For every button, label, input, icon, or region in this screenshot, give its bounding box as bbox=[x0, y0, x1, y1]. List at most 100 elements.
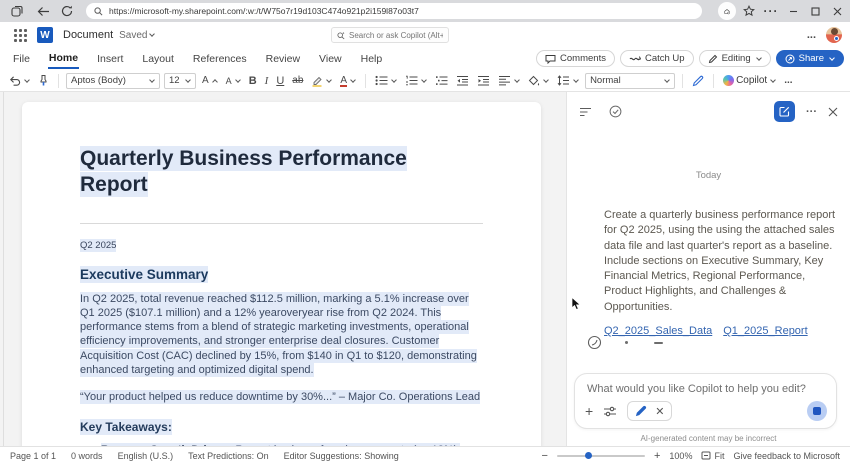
highlight-color-button[interactable] bbox=[309, 74, 334, 88]
close-icon[interactable] bbox=[828, 2, 846, 20]
zoom-level[interactable]: 100% bbox=[669, 451, 692, 461]
zoom-slider-knob[interactable] bbox=[585, 452, 592, 459]
styles-combo[interactable]: Normal bbox=[585, 73, 675, 89]
avatar[interactable] bbox=[826, 27, 842, 43]
back-icon[interactable] bbox=[34, 2, 52, 20]
tab-home[interactable]: Home bbox=[48, 49, 79, 69]
word-logo-icon[interactable]: W bbox=[37, 27, 53, 43]
bullets-button[interactable] bbox=[373, 74, 399, 87]
save-status[interactable]: Saved bbox=[119, 30, 147, 41]
bullets-chevron-icon[interactable] bbox=[391, 77, 397, 83]
decrease-indent-button[interactable] bbox=[454, 74, 471, 87]
undo-button[interactable] bbox=[6, 74, 32, 88]
feedback-link[interactable]: Give feedback to Microsoft bbox=[733, 451, 840, 461]
alignment-chevron-icon[interactable] bbox=[514, 77, 520, 83]
font-size-combo[interactable]: 12 bbox=[164, 73, 196, 89]
underline-button[interactable]: U bbox=[274, 74, 286, 88]
highlight-chevron-icon[interactable] bbox=[327, 77, 333, 83]
shading-chevron-icon[interactable] bbox=[543, 77, 549, 83]
shrink-font-button[interactable]: A bbox=[224, 75, 243, 87]
multilevel-list-button[interactable] bbox=[433, 74, 450, 87]
bold-button[interactable]: B bbox=[247, 74, 259, 88]
tab-references[interactable]: References bbox=[192, 50, 248, 68]
chat-history-icon[interactable] bbox=[579, 107, 592, 117]
document-canvas[interactable]: Quarterly Business Performance Report Q2… bbox=[0, 92, 566, 446]
tab-layout[interactable]: Layout bbox=[141, 50, 175, 68]
word-count[interactable]: 0 words bbox=[71, 451, 103, 461]
mouse-cursor bbox=[571, 297, 582, 311]
italic-button[interactable]: I bbox=[263, 74, 271, 88]
zoom-out-button[interactable]: − bbox=[542, 450, 548, 462]
share-button[interactable]: Share bbox=[776, 50, 844, 67]
catch-up-button[interactable]: Catch Up bbox=[620, 50, 694, 67]
home-gear-icon[interactable] bbox=[718, 2, 736, 20]
format-painter-icon[interactable] bbox=[36, 73, 51, 88]
tab-file[interactable]: File bbox=[12, 50, 31, 68]
formatting-toolbar: Aptos (Body) 12 A A B I U ab A Nor bbox=[0, 70, 850, 92]
alignment-button[interactable] bbox=[496, 74, 522, 87]
language[interactable]: English (U.S.) bbox=[118, 451, 174, 461]
stop-generating-button[interactable] bbox=[807, 401, 827, 421]
minimize-icon[interactable] bbox=[784, 2, 802, 20]
share-icon bbox=[785, 54, 795, 64]
copilot-input[interactable] bbox=[587, 383, 824, 395]
tab-insert[interactable]: Insert bbox=[96, 50, 124, 68]
panel-close-icon[interactable] bbox=[828, 107, 838, 117]
comments-button[interactable]: Comments bbox=[536, 50, 615, 67]
browser-more-icon[interactable]: ··· bbox=[762, 2, 780, 20]
font-color-button[interactable]: A bbox=[338, 74, 358, 87]
toolbar-more-button[interactable]: ... bbox=[782, 74, 794, 87]
copilot-button[interactable]: Copilot bbox=[721, 74, 778, 87]
options-sliders-icon[interactable] bbox=[603, 406, 617, 417]
increase-indent-button[interactable] bbox=[475, 74, 492, 87]
document-page[interactable]: Quarterly Business Performance Report Q2… bbox=[22, 102, 541, 446]
tab-help[interactable]: Help bbox=[360, 50, 384, 68]
check-circle-icon[interactable] bbox=[609, 105, 622, 118]
font-name-combo[interactable]: Aptos (Body) bbox=[66, 73, 160, 89]
editing-mode-button[interactable]: Editing bbox=[699, 50, 771, 67]
document-name[interactable]: Document bbox=[63, 29, 113, 41]
favorites-star-icon[interactable] bbox=[740, 2, 758, 20]
attachment-link-q1-report[interactable]: Q1_2025_Report bbox=[723, 324, 807, 339]
strikethrough-button[interactable]: ab bbox=[290, 74, 305, 87]
panel-more-icon[interactable]: ··· bbox=[806, 106, 817, 118]
ribbon-tab-strip: File Home Insert Layout References Revie… bbox=[0, 48, 850, 70]
numbering-button[interactable] bbox=[403, 74, 429, 87]
line-spacing-button[interactable] bbox=[555, 74, 581, 87]
numbering-chevron-icon[interactable] bbox=[421, 77, 427, 83]
status-bar: Page 1 of 1 0 words English (U.S.) Text … bbox=[0, 446, 850, 464]
draw-pen-button[interactable] bbox=[690, 74, 706, 88]
clear-edit-icon[interactable]: ✕ bbox=[655, 405, 664, 418]
tab-review[interactable]: Review bbox=[265, 50, 301, 68]
editor-suggestions[interactable]: Editor Suggestions: Showing bbox=[284, 451, 399, 461]
app-launcher-icon[interactable] bbox=[14, 29, 27, 42]
page-count[interactable]: Page 1 of 1 bbox=[10, 451, 56, 461]
undo-chevron-icon[interactable] bbox=[24, 77, 30, 83]
doc-exec-heading: Executive Summary bbox=[80, 267, 483, 282]
zoom-slider[interactable] bbox=[557, 455, 645, 457]
fit-button[interactable]: Fit bbox=[701, 451, 724, 461]
font-color-chevron-icon[interactable] bbox=[350, 77, 356, 83]
zoom-in-button[interactable]: + bbox=[654, 450, 660, 462]
shading-button[interactable] bbox=[526, 74, 551, 88]
tab-view[interactable]: View bbox=[318, 50, 343, 68]
grow-font-button[interactable]: A bbox=[200, 74, 220, 87]
text-predictions[interactable]: Text Predictions: On bbox=[188, 451, 269, 461]
tab-overview-icon[interactable] bbox=[8, 2, 26, 20]
new-chat-button[interactable] bbox=[774, 101, 795, 122]
edit-mode-toggle[interactable]: ✕ bbox=[627, 401, 672, 421]
copilot-input-card[interactable]: + ✕ bbox=[574, 373, 837, 429]
save-status-chevron-icon[interactable] bbox=[149, 31, 155, 37]
url-text: https://microsoft-my.sharepoint.com/:w:/… bbox=[109, 6, 419, 16]
address-bar[interactable]: https://microsoft-my.sharepoint.com/:w:/… bbox=[86, 3, 702, 19]
add-attachment-icon[interactable]: + bbox=[585, 406, 593, 416]
editing-pencil-icon bbox=[708, 54, 718, 64]
search-input[interactable] bbox=[349, 31, 443, 40]
edit-pencil-icon[interactable] bbox=[635, 405, 647, 417]
copilot-search-box[interactable] bbox=[331, 27, 449, 43]
maximize-icon[interactable] bbox=[806, 2, 824, 20]
doc-quote: “Your product helped us reduce downtime … bbox=[80, 391, 483, 403]
titlebar-more-icon[interactable]: ... bbox=[807, 29, 816, 41]
spacing-chevron-icon[interactable] bbox=[573, 77, 579, 83]
refresh-icon[interactable] bbox=[58, 2, 76, 20]
